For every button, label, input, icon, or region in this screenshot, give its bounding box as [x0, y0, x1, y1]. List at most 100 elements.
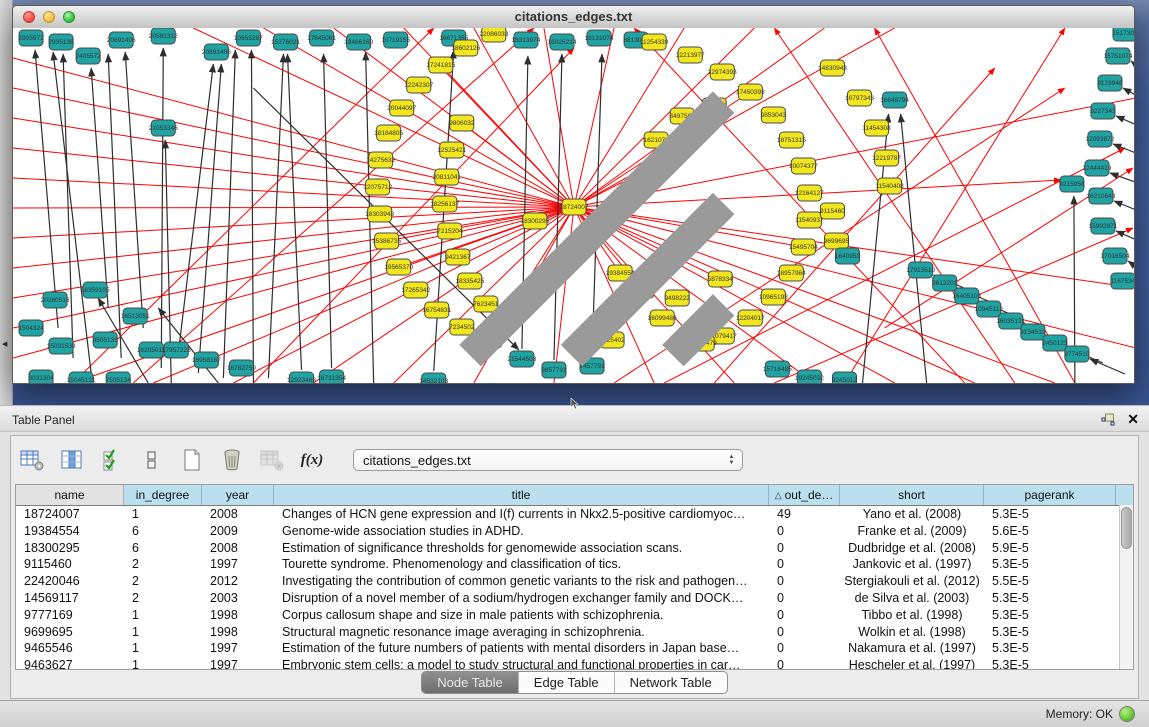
table-cell[interactable]: Investigating the contribution of common… [274, 573, 769, 590]
table-cell[interactable]: de Silva et al. (2003) [840, 590, 984, 607]
row-selection-button[interactable] [99, 447, 125, 473]
table-cell[interactable]: 0 [769, 590, 840, 607]
table-cell[interactable]: Stergiakouli et al. (2012) [840, 573, 984, 590]
table-cell[interactable]: 0 [769, 607, 840, 624]
column-header-out_de[interactable]: △out_de… [769, 485, 840, 505]
table-cell[interactable]: 5.3E-5 [984, 590, 1116, 607]
table-cell[interactable]: 9115460 [16, 556, 124, 573]
table-cell[interactable]: 1 [124, 640, 202, 657]
column-header-year[interactable]: year [202, 485, 274, 505]
table-cell[interactable]: Nakamura et al. (1997) [840, 640, 984, 657]
memory-status-indicator[interactable] [1119, 706, 1135, 722]
tab-network-table[interactable]: Network Table [614, 672, 727, 693]
table-cell[interactable]: 5.3E-5 [984, 640, 1116, 657]
table-cell[interactable]: 14569117 [16, 590, 124, 607]
table-cell[interactable]: 5.3E-5 [984, 506, 1116, 523]
table-cell[interactable]: 2 [124, 556, 202, 573]
table-cell[interactable]: Embryonic stem cells: a model to study s… [274, 657, 769, 670]
select-columns-button[interactable] [59, 447, 85, 473]
table-cell[interactable]: 18724007 [16, 506, 124, 523]
table-cell[interactable]: 19384554 [16, 523, 124, 540]
table-cell[interactable]: 0 [769, 556, 840, 573]
table-row[interactable]: 977716911998Corpus callosum shape and si… [16, 607, 1133, 624]
table-cell[interactable]: 18300295 [16, 540, 124, 557]
table-cell[interactable]: 5.9E-5 [984, 540, 1116, 557]
table-cell[interactable]: 0 [769, 540, 840, 557]
table-cell[interactable]: 1997 [202, 657, 274, 670]
delete-column-button[interactable] [219, 447, 245, 473]
vertical-scrollbar[interactable] [1119, 505, 1133, 669]
table-cell[interactable]: 49 [769, 506, 840, 523]
table-row[interactable]: 911546021997Tourette syndrome. Phenomeno… [16, 556, 1133, 573]
table-cell[interactable]: 0 [769, 657, 840, 670]
table-cell[interactable]: 2008 [202, 506, 274, 523]
table-cell[interactable]: 5.3E-5 [984, 624, 1116, 641]
table-cell[interactable]: 1 [124, 506, 202, 523]
table-row[interactable]: 946554611997Estimation of the future num… [16, 640, 1133, 657]
table-cell[interactable]: Corpus callosum shape and size in male p… [274, 607, 769, 624]
table-cell[interactable]: 5.3E-5 [984, 657, 1116, 670]
table-cell[interactable]: Dudbridge et al. (2008) [840, 540, 984, 557]
table-cell[interactable]: Estimation of the future numbers of pati… [274, 640, 769, 657]
table-cell[interactable]: 1 [124, 624, 202, 641]
close-panel-icon[interactable]: ✕ [1127, 412, 1139, 426]
network-canvas-area[interactable]: 2905572293513824055722069140620591312208… [13, 28, 1134, 383]
table-cell[interactable]: 1997 [202, 640, 274, 657]
table-cell[interactable]: 2012 [202, 573, 274, 590]
table-cell[interactable]: 1 [124, 607, 202, 624]
table-cell[interactable]: 9777169 [16, 607, 124, 624]
table-cell[interactable]: Tibbo et al. (1998) [840, 607, 984, 624]
column-header-pagerank[interactable]: pagerank [984, 485, 1116, 505]
table-row[interactable]: 946362711997Embryonic stem cells: a mode… [16, 657, 1133, 670]
column-header-name[interactable]: name [16, 485, 124, 505]
table-row[interactable]: 2242004622012Investigating the contribut… [16, 573, 1133, 590]
table-cell[interactable]: 22420046 [16, 573, 124, 590]
table-cell[interactable]: 9465546 [16, 640, 124, 657]
table-cell[interactable]: 5.3E-5 [984, 556, 1116, 573]
table-cell[interactable]: 0 [769, 523, 840, 540]
network-view-window[interactable]: citations_edges.txt 29055722935138240557… [12, 5, 1135, 384]
resize-grip[interactable] [13, 28, 1132, 381]
table-row[interactable]: 1872400712008Changes of HCN gene express… [16, 506, 1133, 523]
table-cell[interactable]: 2008 [202, 540, 274, 557]
new-column-button[interactable] [179, 447, 205, 473]
table-cell[interactable]: 2 [124, 573, 202, 590]
table-cell[interactable]: 2009 [202, 523, 274, 540]
table-cell[interactable]: Wolkin et al. (1998) [840, 624, 984, 641]
table-cell[interactable]: 0 [769, 640, 840, 657]
table-cell[interactable]: 6 [124, 540, 202, 557]
table-mode-button[interactable] [19, 447, 45, 473]
table-cell[interactable]: Hescheler et al. (1997) [840, 657, 984, 670]
table-cell[interactable]: 0 [769, 573, 840, 590]
table-row[interactable]: 1830029562008Estimation of significance … [16, 540, 1133, 557]
table-cell[interactable]: Estimation of significance thresholds fo… [274, 540, 769, 557]
splitter-collapse-icon[interactable]: ◀ [2, 340, 7, 348]
float-panel-icon[interactable] [1101, 413, 1115, 426]
table-select-dropdown[interactable]: citations_edges.txt ▲▼ [353, 449, 743, 471]
table-cell[interactable]: Jankovic et al. (1997) [840, 556, 984, 573]
table-cell[interactable]: Changes of HCN gene expression and I(f) … [274, 506, 769, 523]
table-cell[interactable]: 5.5E-5 [984, 573, 1116, 590]
tab-edge-table[interactable]: Edge Table [518, 672, 614, 693]
table-cell[interactable]: 1997 [202, 556, 274, 573]
table-cell[interactable]: 5.6E-5 [984, 523, 1116, 540]
window-titlebar[interactable]: citations_edges.txt [13, 6, 1134, 29]
table-cell[interactable]: 0 [769, 624, 840, 641]
table-cell[interactable]: Yano et al. (2008) [840, 506, 984, 523]
table-row[interactable]: 1456911722003Disruption of a novel membe… [16, 590, 1133, 607]
table-cell[interactable]: 1998 [202, 624, 274, 641]
function-builder-button[interactable]: f(x) [299, 447, 325, 473]
table-row[interactable]: 969969511998Structural magnetic resonanc… [16, 624, 1133, 641]
scrollbar-thumb[interactable] [1121, 507, 1132, 549]
table-cell[interactable]: 9463627 [16, 657, 124, 670]
table-cell[interactable]: 1 [124, 657, 202, 670]
row-height-button[interactable] [139, 447, 165, 473]
table-cell[interactable]: 5.3E-5 [984, 607, 1116, 624]
table-row[interactable]: 1938455462009Genome-wide association stu… [16, 523, 1133, 540]
table-cell[interactable]: 2003 [202, 590, 274, 607]
column-header-in_degree[interactable]: in_degree [124, 485, 202, 505]
table-cell[interactable]: Franke et al. (2009) [840, 523, 984, 540]
table-cell[interactable]: 6 [124, 523, 202, 540]
table-cell[interactable]: Tourette syndrome. Phenomenology and cla… [274, 556, 769, 573]
column-header-title[interactable]: title [274, 485, 769, 505]
